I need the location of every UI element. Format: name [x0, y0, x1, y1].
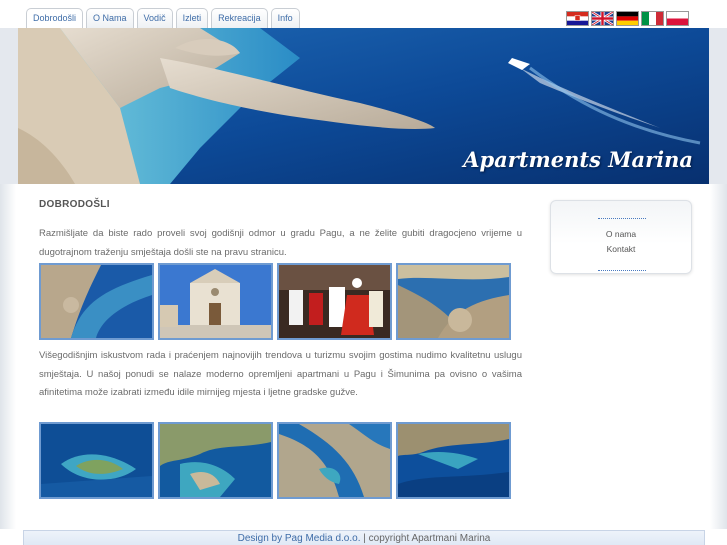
divider-top	[598, 218, 646, 219]
subnav-o-nama[interactable]: O nama	[551, 229, 691, 239]
intro-paragraph: Razmišljate da biste rado proveli svoj g…	[39, 228, 522, 258]
thumb-folk-dancers[interactable]	[277, 263, 392, 340]
language-switcher	[566, 11, 689, 26]
thumb-island-cape[interactable]	[39, 422, 154, 499]
photo-gallery-bottom	[39, 422, 511, 499]
left-shadow	[0, 184, 16, 529]
right-shadow	[710, 184, 727, 529]
subnav-kontakt[interactable]: Kontakt	[551, 244, 691, 254]
tab-rekreacija[interactable]: Rekreacija	[211, 8, 268, 28]
footer-design-link[interactable]: Design by Pag Media d.o.o.	[238, 533, 361, 544]
thumb-bay-aerial[interactable]	[396, 422, 511, 499]
thumb-church[interactable]	[158, 263, 273, 340]
uk-flag-icon[interactable]	[591, 11, 614, 26]
footer: Design by Pag Media d.o.o. | copyright A…	[23, 530, 705, 545]
footer-copyright: copyright Apartmani Marina	[368, 533, 491, 544]
thumb-aerial-harbor[interactable]	[396, 263, 511, 340]
page-heading: DOBRODOŠLI	[39, 199, 110, 210]
german-flag-icon[interactable]	[616, 11, 639, 26]
croatian-flag-icon[interactable]	[566, 11, 589, 26]
header-banner: Apartments Marina	[0, 28, 727, 184]
photo-gallery-top	[39, 263, 511, 340]
tab-izleti[interactable]: Izleti	[175, 8, 209, 28]
tab-o-nama[interactable]: O Nama	[86, 8, 134, 28]
tab-info[interactable]: Info	[270, 8, 300, 28]
offer-paragraph: Višegodišnjim iskustvom rada i praćenjem…	[39, 350, 522, 398]
italian-flag-icon[interactable]	[641, 11, 664, 26]
thumb-coast-bay[interactable]	[158, 422, 273, 499]
main-nav: Dobrodošli O Nama Vodič Izleti Rekreacij…	[26, 8, 300, 28]
polish-flag-icon[interactable]	[666, 11, 689, 26]
thumb-aerial-town[interactable]	[39, 263, 154, 340]
site-title: Apartments Marina	[463, 147, 693, 172]
footer-separator: |	[360, 533, 369, 544]
page: Dobrodošli O Nama Vodič Izleti Rekreacij…	[0, 0, 727, 545]
thumb-channel[interactable]	[277, 422, 392, 499]
side-subnav: O nama Kontakt	[550, 200, 692, 274]
tab-dobrodosli[interactable]: Dobrodošli	[26, 8, 84, 28]
tab-vodic[interactable]: Vodič	[136, 8, 173, 28]
divider-bottom	[598, 270, 646, 271]
